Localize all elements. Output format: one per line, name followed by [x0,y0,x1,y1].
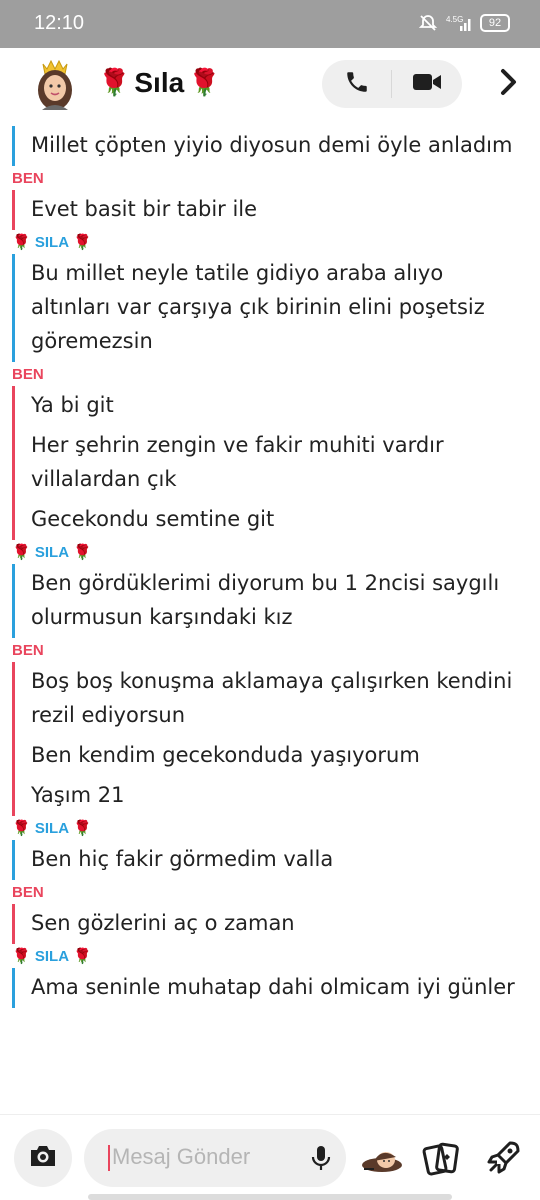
network-type: 4.5G [446,15,463,24]
battery-icon: 92 [480,14,510,32]
message[interactable]: Ya bi git [15,386,520,426]
microphone-icon [311,1146,331,1170]
rose-icon: 🌹 [98,68,131,98]
rose-icon: 🌹 [12,820,31,837]
rose-icon: 🌹 [73,234,92,251]
sender-name: BEN [12,883,44,901]
status-bar: 12:10 4.5G 92 [0,0,540,48]
home-indicator [88,1194,452,1200]
rose-icon: 🌹 [12,948,31,965]
more-button[interactable] [494,62,524,106]
message[interactable]: Evet basit bir tabir ile [15,190,520,230]
sender-name: BEN [12,641,44,659]
games-button[interactable] [484,1137,524,1177]
voice-call-button[interactable] [322,60,392,108]
rose-icon: 🌹 [73,948,92,965]
message-group: Sen gözlerini aç o zaman [12,904,540,944]
chat-header: 🌹 Sıla 🌹 [0,48,540,126]
call-controls [322,60,462,108]
message[interactable]: Ben hiç fakir görmedim valla [15,840,520,880]
message-group: Ben hiç fakir görmedim valla [12,840,540,880]
message-group: Boş boş konuşma aklamaya çalışırken kend… [12,662,540,816]
rose-icon: 🌹 [188,68,221,98]
message[interactable]: Millet çöpten yiyio diyosun demi öyle an… [15,126,520,166]
message-group: Ben gördüklerimi diyorum bu 1 2ncisi say… [12,564,540,638]
text-cursor [108,1145,110,1171]
sender-label: BEN [0,638,540,662]
phone-icon [344,69,370,99]
message[interactable]: Bu millet neyle tatile gidiyo araba alıy… [15,254,520,362]
sender-label: 🌹 SILA 🌹 [0,230,540,254]
message[interactable]: Her şehrin zengin ve fakir muhiti vardır… [15,426,520,500]
chevron-right-icon [500,68,518,100]
sender-name: BEN [12,169,44,187]
message[interactable]: Yaşım 21 [15,776,520,816]
sender-label: BEN [0,166,540,190]
chat-transcript[interactable]: Millet çöpten yiyio diyosun demi öyle an… [0,126,540,1114]
stickers-button[interactable] [422,1139,462,1179]
video-call-button[interactable] [392,60,462,108]
message-input-placeholder: Mesaj Gönder [112,1144,251,1169]
message-input[interactable]: Mesaj Gönder [84,1129,346,1187]
sender-name: BEN [12,365,44,383]
message-group: Ama seninle muhatap dahi olmicam iyi gün… [12,968,540,1008]
microphone-button[interactable] [306,1143,336,1173]
sender-name: SILA [34,233,70,251]
message[interactable]: Boş boş konuşma aklamaya çalışırken kend… [15,662,520,736]
signal-icon: 4.5G [446,14,472,32]
composer-bar: Mesaj Gönder [0,1114,540,1200]
mute-icon [418,13,438,33]
status-icons: 4.5G 92 [418,13,510,33]
bitmoji-icon [362,1152,402,1172]
message-group: Bu millet neyle tatile gidiyo araba alıy… [12,254,540,362]
bitmoji-button[interactable] [360,1139,404,1179]
sender-name: SILA [34,543,70,561]
chat-title[interactable]: 🌹 Sıla 🌹 [98,66,221,100]
sender-label: BEN [0,362,540,386]
message[interactable]: Ben kendim gecekonduda yaşıyorum [15,736,520,776]
rose-icon: 🌹 [12,234,31,251]
sender-name: SILA [34,947,70,965]
camera-icon [28,1143,58,1173]
status-time: 12:10 [34,12,85,34]
message[interactable]: Sen gözlerini aç o zaman [15,904,520,944]
sender-label: 🌹 SILA 🌹 [0,816,540,840]
sender-label: 🌹 SILA 🌹 [0,540,540,564]
rose-icon: 🌹 [73,820,92,837]
cards-icon [422,1142,459,1176]
rose-icon: 🌹 [12,544,31,561]
avatar[interactable] [30,58,80,114]
video-camera-icon [412,71,442,97]
contact-name: Sıla [134,67,185,98]
message[interactable]: Ben gördüklerimi diyorum bu 1 2ncisi say… [15,564,520,638]
sender-label: 🌹 SILA 🌹 [0,944,540,968]
message-group: Millet çöpten yiyio diyosun demi öyle an… [12,126,540,166]
message-group: Ya bi git Her şehrin zengin ve fakir muh… [12,386,540,540]
rocket-icon [487,1141,520,1174]
message-group: Evet basit bir tabir ile [12,190,540,230]
message[interactable]: Gecekondu semtine git [15,500,520,540]
message[interactable]: Ama seninle muhatap dahi olmicam iyi gün… [15,968,520,1008]
sender-name: SILA [34,819,70,837]
camera-button[interactable] [14,1129,72,1187]
sender-label: BEN [0,880,540,904]
rose-icon: 🌹 [73,544,92,561]
